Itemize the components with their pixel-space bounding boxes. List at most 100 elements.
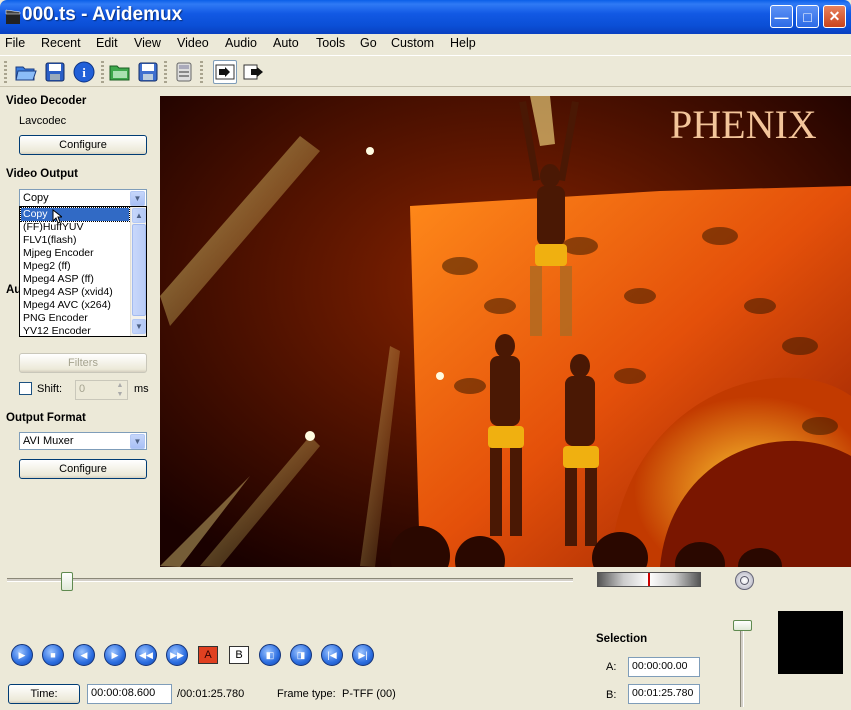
volume-knob[interactable] <box>735 571 754 590</box>
info-icon: i <box>73 61 95 83</box>
video-output-title: Video Output <box>6 168 78 180</box>
next-black-frame-button[interactable]: ◨ <box>290 644 312 666</box>
close-icon: ✕ <box>828 8 841 24</box>
decoder-configure-button[interactable]: Configure <box>19 135 147 155</box>
next-frame-button[interactable]: ▶ <box>104 644 126 666</box>
toolbar-grip[interactable] <box>200 61 203 83</box>
dropdown-option[interactable]: Mjpeg Encoder <box>21 247 129 260</box>
dropdown-option[interactable]: Mpeg2 (ff) <box>21 260 129 273</box>
menu-video[interactable]: Video <box>177 36 209 50</box>
scroll-down-icon[interactable]: ▼ <box>132 319 146 334</box>
shift-checkbox[interactable] <box>19 382 32 395</box>
toolbar-grip[interactable] <box>164 61 167 83</box>
maximize-button[interactable]: □ <box>796 5 819 28</box>
dropdown-option[interactable]: Mpeg4 AVC (x264) <box>21 299 129 312</box>
selection-b-value: 00:01:25.780 <box>632 687 694 699</box>
save-icon <box>45 62 65 82</box>
vertical-slider-track[interactable] <box>740 625 744 707</box>
close-button[interactable]: ✕ <box>823 5 846 28</box>
menu-audio[interactable]: Audio <box>225 36 257 50</box>
play-icon: ▶ <box>18 649 26 660</box>
shift-label: Shift: <box>37 383 63 395</box>
menu-auto[interactable]: Auto <box>273 36 299 50</box>
skip-start-icon: |◀ <box>327 649 337 660</box>
dropdown-option[interactable]: Mpeg4 ASP (xvid4) <box>21 286 129 299</box>
menu-edit[interactable]: Edit <box>96 36 118 50</box>
play-button[interactable]: ▶ <box>11 644 33 666</box>
menu-custom[interactable]: Custom <box>391 36 434 50</box>
calculator-button[interactable] <box>172 60 196 84</box>
output-format-selected: AVI Muxer <box>23 435 74 447</box>
open-button[interactable] <box>14 60 38 84</box>
selection-b-field[interactable]: 00:01:25.780 <box>628 684 700 704</box>
menu-go[interactable]: Go <box>360 36 377 50</box>
dropdown-option[interactable]: Copy <box>20 207 130 222</box>
video-output-dropdown[interactable]: Copy (FF)HuffYUV FLV1(flash) Mjpeg Encod… <box>19 206 147 337</box>
menu-file[interactable]: File <box>5 36 25 50</box>
chevron-down-icon[interactable]: ▼ <box>130 434 145 449</box>
set-marker-b-button[interactable]: B <box>229 646 249 664</box>
video-sign-text: PHENIX <box>670 102 817 147</box>
mouse-cursor-icon <box>52 208 64 227</box>
chevron-down-icon[interactable]: ▼ <box>130 191 145 206</box>
filters-button[interactable]: Filters <box>19 353 147 373</box>
window-title: 000.ts - Avidemux <box>22 4 183 25</box>
black-frame-prev-icon: ◧ <box>265 649 275 660</box>
previous-frame-button[interactable]: ◀ <box>73 644 95 666</box>
frame-type-value: P-TFF (00) <box>342 688 396 700</box>
go-first-frame-button[interactable]: |◀ <box>321 644 343 666</box>
video-preview[interactable]: PHENIX <box>160 96 851 567</box>
minimize-button[interactable]: — <box>770 5 793 28</box>
scroll-thumb[interactable] <box>132 224 146 316</box>
video-output-selected: Copy <box>23 192 49 204</box>
arrow-right-icon: ▶ <box>111 649 119 660</box>
current-time-field[interactable]: 00:00:08.600 <box>87 684 172 704</box>
mini-preview <box>778 611 843 674</box>
title-bar[interactable]: 000.ts - Avidemux — □ ✕ <box>0 0 851 34</box>
fast-forward-icon: ▶▶ <box>170 649 184 660</box>
previous-black-frame-button[interactable]: ◧ <box>259 644 281 666</box>
shift-spinner[interactable]: ▲ ▼ <box>113 381 127 399</box>
save-button[interactable] <box>43 60 67 84</box>
save-video-icon <box>138 62 158 82</box>
maximize-icon: □ <box>803 8 812 25</box>
timeline-thumb[interactable] <box>61 572 73 591</box>
selection-a-field[interactable]: 00:00:00.00 <box>628 657 700 677</box>
toolbar-grip[interactable] <box>4 61 7 83</box>
menu-help[interactable]: Help <box>450 36 476 50</box>
info-button[interactable]: i <box>72 60 96 84</box>
menu-tools[interactable]: Tools <box>316 36 345 50</box>
vertical-slider-thumb[interactable] <box>733 620 752 631</box>
menu-recent[interactable]: Recent <box>41 36 81 50</box>
output-format-select[interactable]: AVI Muxer ▼ <box>19 432 147 450</box>
set-marker-a-button[interactable]: A <box>198 646 218 664</box>
minimize-icon: — <box>774 8 789 25</box>
menu-view[interactable]: View <box>134 36 161 50</box>
stop-button[interactable]: ■ <box>42 644 64 666</box>
dropdown-option[interactable]: YV12 Encoder <box>21 325 129 338</box>
save-video-button[interactable] <box>136 60 160 84</box>
toolbar: i <box>0 55 851 87</box>
video-output-select[interactable]: Copy ▼ <box>19 189 147 207</box>
jog-shuttle[interactable] <box>597 572 701 587</box>
timeline-track[interactable] <box>7 578 573 582</box>
total-time: /00:01:25.780 <box>177 688 245 700</box>
scroll-up-icon[interactable]: ▲ <box>132 208 146 223</box>
next-keyframe-button[interactable]: ▶▶ <box>166 644 188 666</box>
go-last-frame-button[interactable]: ▶| <box>352 644 374 666</box>
dropdown-option[interactable]: FLV1(flash) <box>21 234 129 247</box>
dropdown-option[interactable]: Mpeg4 ASP (ff) <box>21 273 129 286</box>
format-configure-button[interactable]: Configure <box>19 459 147 479</box>
jog-marker <box>648 573 650 586</box>
dropdown-option[interactable]: PNG Encoder <box>21 312 129 325</box>
dropdown-option[interactable]: (FF)HuffYUV <box>21 221 129 234</box>
previous-keyframe-button[interactable]: ◀◀ <box>135 644 157 666</box>
output-preview-button[interactable] <box>242 60 266 84</box>
calculator-icon <box>176 62 192 82</box>
dropdown-scrollbar[interactable]: ▲ ▼ <box>130 207 146 336</box>
toolbar-grip[interactable] <box>101 61 104 83</box>
open-folder-button[interactable] <box>108 60 132 84</box>
time-button[interactable]: Time: <box>8 684 80 704</box>
input-preview-button[interactable] <box>213 60 237 84</box>
selection-a-value: 00:00:00.00 <box>632 660 688 672</box>
